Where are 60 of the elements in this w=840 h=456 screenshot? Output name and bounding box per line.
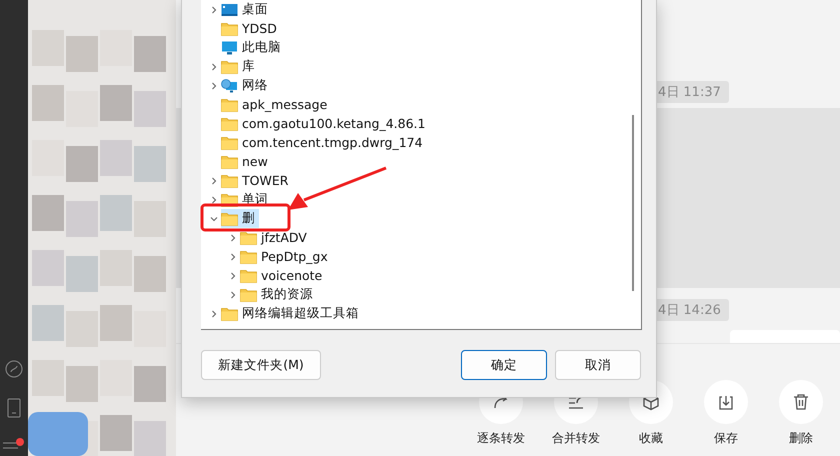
action-label: 合并转发: [552, 430, 600, 447]
action-button[interactable]: [704, 380, 748, 424]
tree-item[interactable]: jfztADV: [240, 228, 311, 247]
chevron-right-icon[interactable]: [210, 196, 218, 204]
chevron-right-icon[interactable]: [210, 176, 218, 184]
action-label: 保存: [714, 430, 738, 447]
folder-icon: [221, 154, 238, 168]
chevron-right-icon[interactable]: [210, 310, 218, 318]
tree-item[interactable]: 我的资源: [240, 285, 317, 304]
network-icon: [221, 78, 238, 92]
folder-icon: [221, 116, 238, 130]
desktop-icon: [221, 2, 238, 16]
action-button[interactable]: [779, 380, 823, 424]
tree-item[interactable]: YDSD: [221, 19, 281, 38]
folder-icon: [221, 174, 238, 188]
tree-item[interactable]: apk_message: [221, 95, 332, 114]
tree-item[interactable]: 此电脑: [221, 38, 285, 57]
folder-icon: [221, 212, 238, 226]
tree-item[interactable]: 网络: [221, 76, 272, 95]
tree-item[interactable]: voicenote: [240, 266, 326, 285]
dialog-button[interactable]: 取消: [555, 350, 641, 380]
tree-item[interactable]: com.gaotu100.ketang_4.86.1: [221, 114, 430, 133]
phone-icon[interactable]: [7, 398, 21, 418]
folder-icon: [240, 288, 257, 302]
trash-icon: [792, 393, 810, 411]
chevron-right-icon[interactable]: [210, 62, 218, 70]
action-label: 删除: [789, 430, 813, 447]
action-label: 收藏: [639, 430, 663, 447]
tree-item[interactable]: TOWER: [221, 171, 292, 190]
chevron-right-icon[interactable]: [210, 82, 218, 90]
menu-icon[interactable]: [2, 438, 26, 450]
scrollbar[interactable]: [632, 115, 634, 291]
chevron-right-icon[interactable]: [229, 234, 237, 242]
chevron-right-icon[interactable]: [229, 252, 237, 260]
folder-icon: [221, 22, 238, 36]
dialog-button[interactable]: 新建文件夹(M): [201, 350, 321, 380]
tree-item[interactable]: 库: [221, 57, 259, 76]
folder-icon: [240, 250, 257, 264]
tree-item[interactable]: 单词: [221, 190, 272, 209]
tree-item[interactable]: PepDtp_gx: [240, 247, 332, 266]
folder-icon: [240, 268, 257, 282]
folder-icon: [221, 306, 238, 320]
chevron-right-icon[interactable]: [229, 272, 237, 280]
dialog-button[interactable]: 确定: [461, 350, 547, 380]
folder-icon: [221, 98, 238, 112]
tree-item[interactable]: 删: [221, 209, 259, 228]
action-label: 逐条转发: [477, 430, 525, 447]
mini-program-icon[interactable]: [5, 360, 23, 378]
chevron-right-icon[interactable]: [210, 6, 218, 14]
tree-item[interactable]: com.tencent.tmgp.dwrg_174: [221, 133, 427, 152]
folder-icon: [221, 60, 238, 74]
chevron-down-icon[interactable]: [210, 214, 218, 222]
download-icon: [717, 393, 735, 411]
tree-item[interactable]: 桌面: [221, 0, 272, 19]
monitor-icon: [221, 40, 238, 54]
folder-icon: [221, 136, 238, 150]
tree-item[interactable]: 网络编辑超级工具箱: [221, 304, 363, 323]
folder-icon: [240, 230, 257, 244]
chevron-right-icon[interactable]: [229, 290, 237, 298]
tree-item[interactable]: new: [221, 152, 272, 171]
